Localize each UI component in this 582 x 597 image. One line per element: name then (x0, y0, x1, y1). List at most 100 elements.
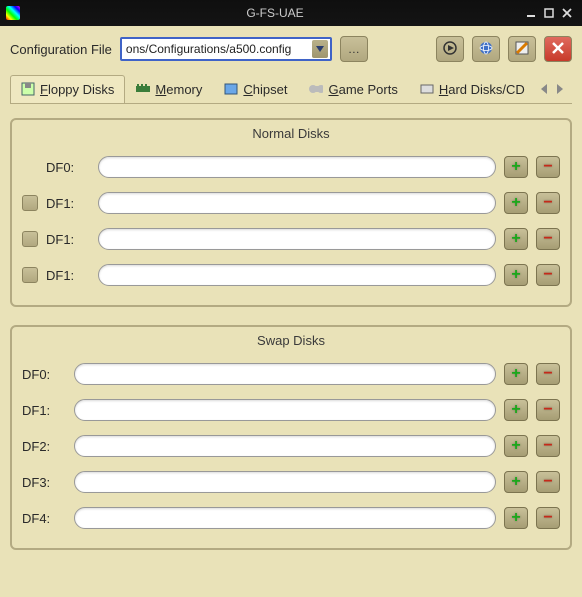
df3-swap-input[interactable] (74, 471, 496, 493)
close-button[interactable] (558, 5, 576, 21)
plus-icon: + (511, 401, 520, 419)
df1-swap-input[interactable] (74, 399, 496, 421)
df-label: DF1: (46, 232, 90, 247)
add-disk-button[interactable]: + (504, 399, 528, 421)
remove-disk-button[interactable]: − (536, 435, 560, 457)
config-file-row: Configuration File ons/Configurations/a5… (10, 36, 572, 62)
tab-floppy-disks[interactable]: Floppy Disks (10, 75, 125, 103)
df4-swap-input[interactable] (74, 507, 496, 529)
play-icon (443, 41, 457, 58)
minus-icon: − (543, 473, 552, 491)
minus-icon: − (543, 158, 552, 176)
add-disk-button[interactable]: + (504, 264, 528, 286)
swap-disk-row: DF4: + − (22, 500, 560, 536)
swap-disks-title: Swap Disks (22, 333, 560, 348)
df2-swap-input[interactable] (74, 435, 496, 457)
df-label: DF1: (46, 268, 90, 283)
df-label: DF1: (46, 196, 90, 211)
window-title: G-FS-UAE (28, 6, 522, 20)
add-disk-button[interactable]: + (504, 471, 528, 493)
config-file-combo[interactable]: ons/Configurations/a500.config (120, 37, 332, 61)
client-area: Configuration File ons/Configurations/a5… (0, 26, 582, 597)
df0-swap-input[interactable] (74, 363, 496, 385)
df1-normal-input[interactable] (98, 192, 496, 214)
remove-disk-button[interactable]: − (536, 399, 560, 421)
remove-disk-button[interactable]: − (536, 507, 560, 529)
swap-disk-row: DF3: + − (22, 464, 560, 500)
remove-disk-button[interactable]: − (536, 156, 560, 178)
df-enable-checkbox[interactable] (22, 195, 38, 211)
tab-bar: Floppy Disks Memory Chipset Game Ports (10, 74, 572, 104)
tab-memory[interactable]: Memory (125, 75, 213, 103)
plus-icon: + (511, 473, 520, 491)
floppy-icon (21, 82, 35, 96)
minus-icon: − (543, 365, 552, 383)
config-file-value: ons/Configurations/a500.config (124, 42, 312, 56)
df-label: DF4: (22, 511, 66, 526)
normal-disks-title: Normal Disks (22, 126, 560, 141)
add-disk-button[interactable]: + (504, 435, 528, 457)
edit-button[interactable] (508, 36, 536, 62)
plus-icon: + (511, 194, 520, 212)
df1b-normal-input[interactable] (98, 228, 496, 250)
remove-disk-button[interactable]: − (536, 471, 560, 493)
browse-button[interactable]: … (340, 36, 368, 62)
minus-icon: − (543, 194, 552, 212)
run-button[interactable] (436, 36, 464, 62)
tab-chipset[interactable]: Chipset (213, 75, 298, 103)
df-label: DF0: (46, 160, 90, 175)
harddisk-icon (420, 82, 434, 96)
tab-game-ports[interactable]: Game Ports (298, 75, 408, 103)
plus-icon: + (511, 365, 520, 383)
remove-disk-button[interactable]: − (536, 264, 560, 286)
config-file-label: Configuration File (10, 42, 112, 57)
globe-icon (479, 41, 493, 58)
df-enable-checkbox[interactable] (22, 231, 38, 247)
minimize-button[interactable] (522, 5, 540, 21)
minus-icon: − (543, 437, 552, 455)
minus-icon: − (543, 509, 552, 527)
minus-icon: − (543, 401, 552, 419)
normal-disks-panel: Normal Disks DF0: + − DF1: + − DF1: + (10, 118, 572, 307)
normal-disk-row: DF1: + − (22, 257, 560, 293)
remove-disk-button[interactable]: − (536, 228, 560, 250)
tab-label-rest: loppy Disks (48, 82, 114, 97)
gamepad-icon (309, 82, 323, 96)
chevron-down-icon (312, 40, 328, 58)
window: G-FS-UAE Configuration File ons/Configur… (0, 0, 582, 597)
remove-disk-button[interactable]: − (536, 363, 560, 385)
tab-scroll-left[interactable] (536, 76, 552, 102)
chipset-icon (224, 82, 238, 96)
add-disk-button[interactable]: + (504, 156, 528, 178)
add-disk-button[interactable]: + (504, 192, 528, 214)
remove-disk-button[interactable]: − (536, 192, 560, 214)
plus-icon: + (511, 266, 520, 284)
df-label: DF1: (22, 403, 66, 418)
swap-disk-row: DF1: + − (22, 392, 560, 428)
maximize-button[interactable] (540, 5, 558, 21)
swap-disk-row: DF0: + − (22, 356, 560, 392)
add-disk-button[interactable]: + (504, 228, 528, 250)
titlebar: G-FS-UAE (0, 0, 582, 26)
plus-icon: + (511, 230, 520, 248)
tab-label-ul: F (40, 82, 48, 97)
normal-disk-row: DF1: + − (22, 221, 560, 257)
df-label: DF3: (22, 475, 66, 490)
tab-hard-disks[interactable]: Hard Disks/CD (409, 75, 536, 103)
ellipsis-icon: … (348, 42, 360, 56)
add-disk-button[interactable]: + (504, 363, 528, 385)
plus-icon: + (511, 437, 520, 455)
delete-config-button[interactable] (544, 36, 572, 62)
add-disk-button[interactable]: + (504, 507, 528, 529)
web-button[interactable] (472, 36, 500, 62)
df-label: DF2: (22, 439, 66, 454)
df-enable-checkbox[interactable] (22, 267, 38, 283)
edit-icon (515, 41, 529, 58)
df-label: DF0: (22, 367, 66, 382)
df1c-normal-input[interactable] (98, 264, 496, 286)
swap-disks-panel: Swap Disks DF0: + − DF1: + − DF2: + − DF… (10, 325, 572, 550)
minus-icon: − (543, 266, 552, 284)
minus-icon: − (543, 230, 552, 248)
df0-normal-input[interactable] (98, 156, 496, 178)
tab-scroll-right[interactable] (552, 76, 568, 102)
